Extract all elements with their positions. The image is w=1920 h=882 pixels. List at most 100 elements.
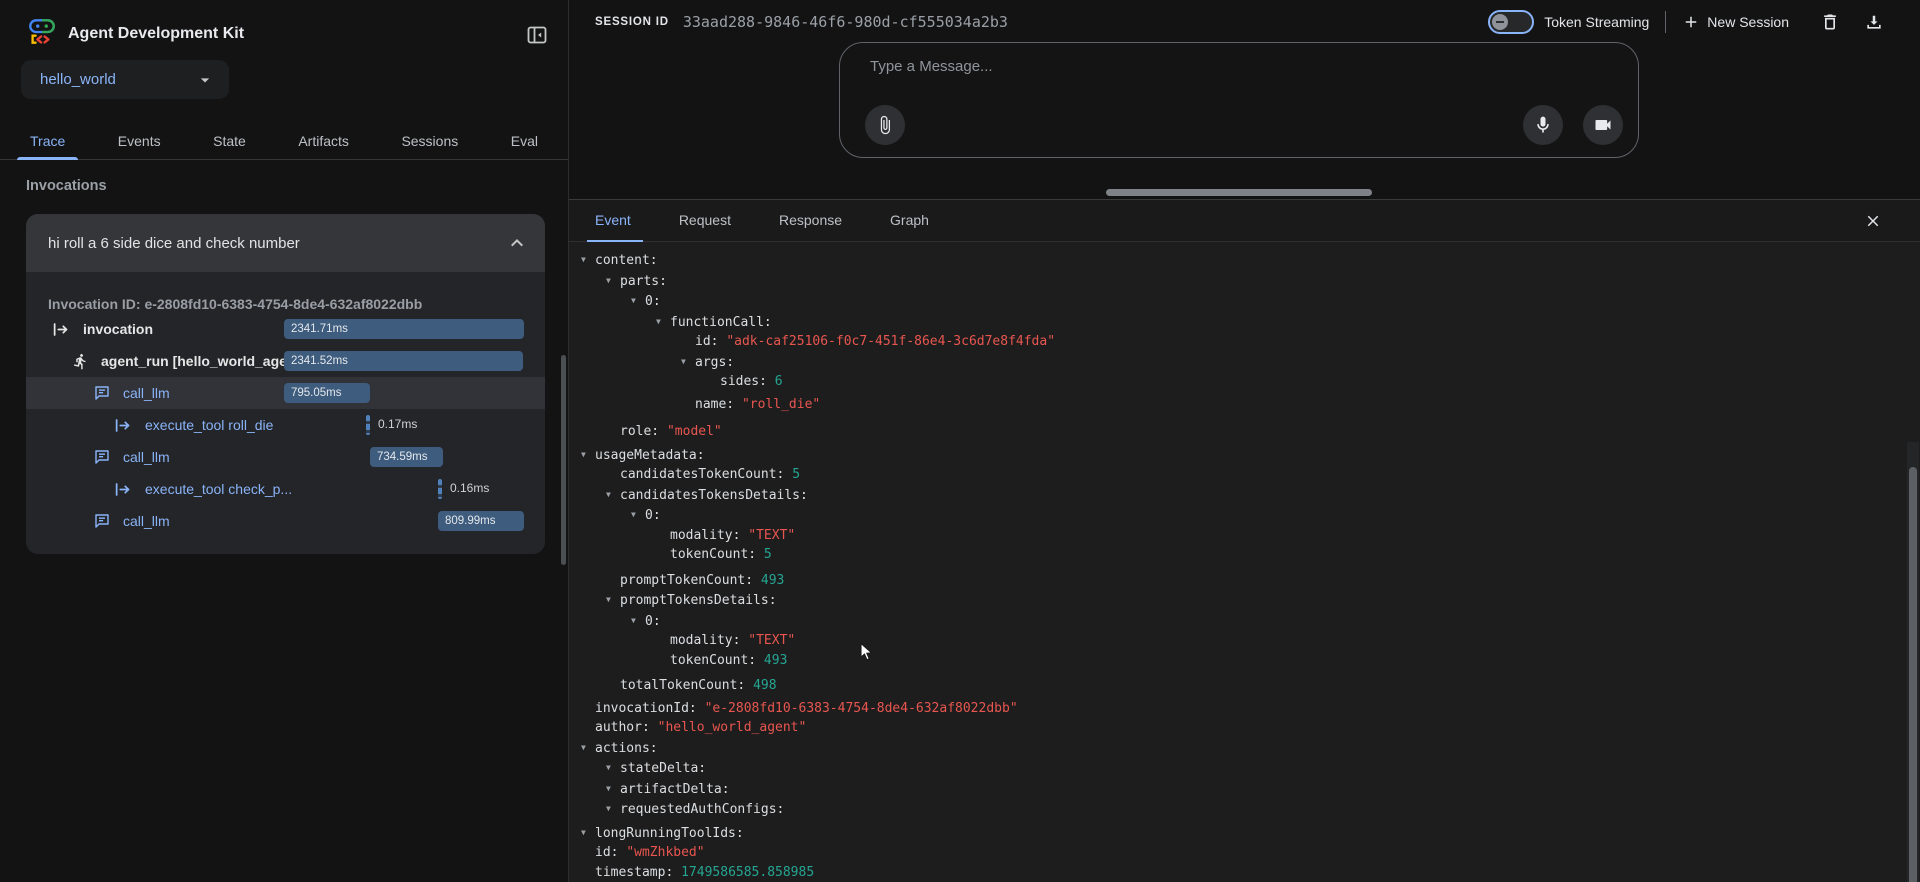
expand-arrow-icon[interactable]: ▼ — [581, 445, 595, 465]
trace-span-row[interactable]: invocation2341.71ms — [26, 313, 545, 345]
expand-arrow-icon[interactable]: ▼ — [606, 779, 620, 799]
json-key: candidatesTokensDetails: — [620, 488, 808, 503]
json-line: totalTokenCount: 498 — [581, 676, 1905, 696]
new-session-button[interactable]: New Session — [1682, 13, 1789, 31]
json-line: ▼functionCall: — [581, 312, 1905, 333]
json-line: tokenCount: 5 — [581, 545, 1905, 565]
expand-arrow-icon[interactable]: ▼ — [606, 271, 620, 291]
json-key: longRunningToolIds: — [595, 826, 744, 841]
json-line: ▼longRunningToolIds: — [581, 823, 1905, 844]
app-select-dropdown[interactable]: hello_world — [21, 60, 229, 99]
expand-arrow-icon[interactable]: ▼ — [681, 352, 695, 372]
span-label: agent_run [hello_world_agent] — [101, 353, 305, 369]
session-id-label: SESSION ID — [595, 16, 669, 28]
expand-arrow-icon[interactable]: ▼ — [581, 738, 595, 758]
json-line: invocationId: "e-2808fd10-6383-4754-8de4… — [581, 699, 1905, 719]
expand-arrow-icon[interactable]: ▼ — [631, 291, 645, 311]
app-title: Agent Development Kit — [68, 25, 244, 43]
delete-session-button[interactable] — [1813, 5, 1847, 39]
json-line: ▼promptTokensDetails: — [581, 590, 1905, 611]
trace-span-row[interactable]: execute_tool check_p...0.16ms — [26, 473, 545, 505]
json-line: id: "adk-caf25106-f0c7-451f-86e4-3c6d7e8… — [581, 332, 1905, 352]
trace-span-row[interactable]: agent_run [hello_world_agent]2341.52ms — [26, 345, 545, 377]
json-value: "e-2808fd10-6383-4754-8de4-632af8022dbb" — [705, 701, 1018, 716]
chat-bubble-icon — [93, 384, 111, 402]
trace-span-row[interactable]: call_llm734.59ms — [26, 441, 545, 473]
trace-span-row[interactable]: call_llm809.99ms — [26, 505, 545, 537]
microphone-button[interactable] — [1523, 105, 1563, 145]
close-icon — [1864, 212, 1882, 230]
token-streaming-label: Token Streaming — [1544, 14, 1649, 30]
expand-arrow-icon[interactable]: ▼ — [581, 250, 595, 270]
json-value: 5 — [764, 547, 772, 562]
tab-state[interactable]: State — [213, 123, 246, 159]
header-actions: Token Streaming New Session — [1488, 0, 1891, 44]
event-tab-graph[interactable]: Graph — [866, 200, 953, 241]
panel-resize-handle[interactable] — [1106, 189, 1372, 196]
json-key: totalTokenCount: — [620, 678, 745, 693]
collapse-panel-icon — [525, 23, 549, 47]
json-line: ▼candidatesTokensDetails: — [581, 485, 1905, 506]
expand-arrow-icon[interactable]: ▼ — [606, 590, 620, 610]
json-key: args: — [695, 355, 734, 370]
span-duration-bar — [438, 479, 442, 499]
json-value: "wmZhkbed" — [626, 845, 704, 860]
invocation-header[interactable]: hi roll a 6 side dice and check number — [26, 214, 545, 272]
chat-bubble-icon — [93, 448, 111, 466]
expand-arrow-icon[interactable]: ▼ — [631, 505, 645, 525]
event-tab-response[interactable]: Response — [755, 200, 866, 241]
json-line: modality: "TEXT" — [581, 526, 1905, 546]
json-key: 0: — [645, 614, 661, 629]
span-duration-bar: 734.59ms — [370, 447, 443, 467]
span-start-icon — [51, 321, 71, 338]
expand-arrow-icon[interactable]: ▼ — [606, 799, 620, 819]
json-key: id: — [695, 334, 718, 349]
token-streaming-toggle[interactable] — [1488, 10, 1534, 34]
json-value: 6 — [775, 374, 783, 389]
chevron-down-icon — [195, 70, 215, 90]
sidebar-scrollbar[interactable] — [561, 355, 566, 565]
mic-icon — [1533, 115, 1553, 135]
json-line: ▼content: — [581, 250, 1905, 271]
trace-span-row[interactable]: execute_tool roll_die0.17ms — [26, 409, 545, 441]
json-key: parts: — [620, 274, 667, 289]
selected-app: hello_world — [40, 71, 195, 88]
video-button[interactable] — [1583, 105, 1623, 145]
tab-sessions[interactable]: Sessions — [401, 123, 458, 159]
trace-span-row[interactable]: call_llm795.05ms — [26, 377, 545, 409]
json-key: candidatesTokenCount: — [620, 467, 784, 482]
tab-artifacts[interactable]: Artifacts — [298, 123, 349, 159]
export-session-button[interactable] — [1857, 5, 1891, 39]
expand-arrow-icon[interactable]: ▼ — [606, 485, 620, 505]
span-start-icon — [113, 417, 133, 434]
scrollbar-thumb[interactable] — [1909, 467, 1917, 882]
span-duration-bar: 2341.71ms — [284, 319, 524, 339]
event-panel-scrollbar[interactable] — [1907, 442, 1919, 882]
span-duration-bar — [366, 415, 370, 435]
close-panel-button[interactable] — [1859, 207, 1887, 235]
json-line: promptTokenCount: 493 — [581, 571, 1905, 591]
expand-arrow-icon[interactable]: ▼ — [631, 611, 645, 631]
json-value: 5 — [792, 467, 800, 482]
event-tab-request[interactable]: Request — [655, 200, 755, 241]
tab-events[interactable]: Events — [118, 123, 161, 159]
tab-trace[interactable]: Trace — [30, 123, 65, 159]
expand-arrow-icon[interactable]: ▼ — [581, 823, 595, 843]
json-value: 498 — [753, 678, 776, 693]
message-input[interactable]: Type a Message... — [839, 42, 1639, 158]
event-tab-event[interactable]: Event — [595, 200, 655, 241]
expand-arrow-icon[interactable]: ▼ — [606, 758, 620, 778]
json-key: promptTokensDetails: — [620, 593, 777, 608]
json-key: author: — [595, 720, 650, 735]
json-key: usageMetadata: — [595, 448, 705, 463]
json-value: "roll_die" — [742, 397, 820, 412]
attach-file-button[interactable] — [865, 105, 905, 145]
json-key: tokenCount: — [670, 653, 756, 668]
tab-eval[interactable]: Eval — [511, 123, 538, 159]
json-line: ▼artifactDelta: — [581, 779, 1905, 800]
expand-arrow-icon[interactable]: ▼ — [656, 312, 670, 332]
span-duration-bar: 2341.52ms — [284, 351, 523, 371]
plus-icon — [1682, 13, 1700, 31]
json-line: ▼parts: — [581, 271, 1905, 292]
collapse-sidebar-button[interactable] — [522, 20, 552, 50]
